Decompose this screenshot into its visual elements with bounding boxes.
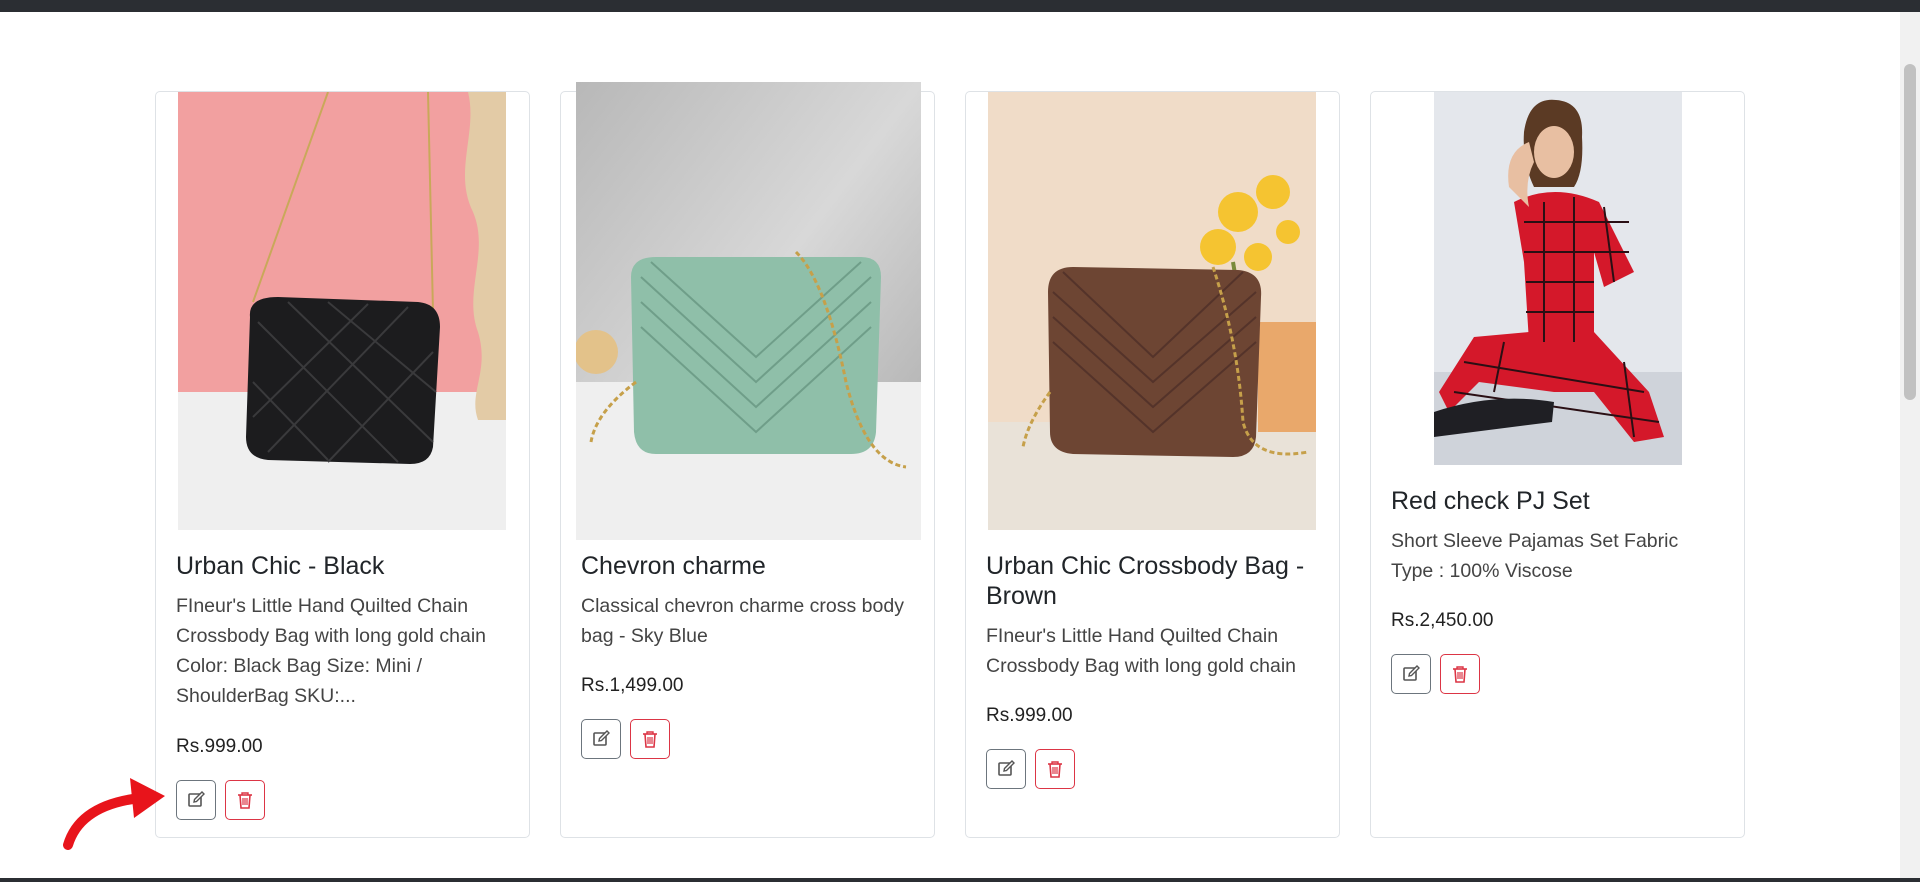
trash-icon <box>1048 761 1062 778</box>
product-image <box>988 92 1316 530</box>
product-title: Red check PJ Set <box>1391 487 1590 515</box>
product-description: FIneur's Little Hand Quilted Chain Cross… <box>986 625 1297 677</box>
product-title: Chevron charme <box>581 552 766 580</box>
trash-icon <box>643 731 657 748</box>
product-card: Urban Chic Crossbody Bag - Brown FIneur'… <box>965 91 1340 838</box>
edit-button[interactable] <box>1391 654 1431 694</box>
red-arrow <box>63 778 165 850</box>
edit-button[interactable] <box>581 719 621 759</box>
edit-button[interactable] <box>176 780 216 820</box>
delete-button[interactable] <box>630 719 670 759</box>
scrollbar-thumb[interactable] <box>1904 64 1916 400</box>
product-price: Rs.1,499.00 <box>581 675 684 696</box>
trash-icon <box>1453 666 1467 683</box>
trash-icon <box>238 792 252 809</box>
edit-icon <box>188 791 205 807</box>
product-price: Rs.999.00 <box>176 736 263 757</box>
scrollbar[interactable] <box>1900 12 1920 878</box>
product-description: Short Sleeve Pajamas Set Fabric Type : 1… <box>1391 530 1679 582</box>
delete-button[interactable] <box>1440 654 1480 694</box>
edit-icon <box>1403 665 1420 681</box>
product-description: Classical chevron charme cross body bag … <box>581 595 904 647</box>
browser-bottom-bar <box>0 878 1920 882</box>
product-title: Urban Chic - Black <box>176 552 385 580</box>
product-title: Urban Chic Crossbody Bag - Brown <box>986 552 1305 610</box>
product-card: Red check PJ Set Short Sleeve Pajamas Se… <box>1370 91 1745 838</box>
product-image <box>576 82 921 540</box>
edit-button[interactable] <box>986 749 1026 789</box>
edit-icon <box>593 730 610 746</box>
browser-top-bar <box>0 0 1920 12</box>
delete-button[interactable] <box>225 780 265 820</box>
edit-icon <box>998 760 1015 776</box>
product-description: FIneur's Little Hand Quilted Chain Cross… <box>176 595 487 707</box>
product-image <box>1434 92 1682 465</box>
product-price: Rs.2,450.00 <box>1391 610 1494 631</box>
product-card: Urban Chic - Black FIneur's Little Hand … <box>155 91 530 838</box>
delete-button[interactable] <box>1035 749 1075 789</box>
product-price: Rs.999.00 <box>986 705 1073 726</box>
product-card: Chevron charme Classical chevron charme … <box>560 82 935 838</box>
product-image <box>178 92 506 530</box>
